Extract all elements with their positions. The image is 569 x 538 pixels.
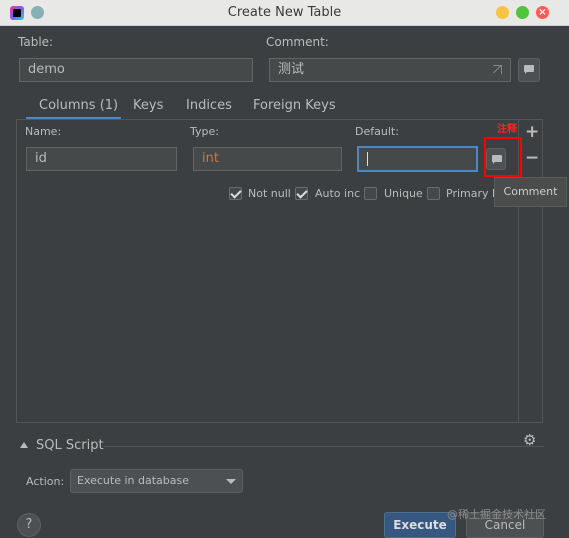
minus-icon[interactable]: − <box>525 148 539 168</box>
column-type-label: Type: <box>190 125 219 138</box>
collapse-triangle-icon[interactable] <box>20 442 28 448</box>
column-default-input[interactable] <box>357 146 478 172</box>
execute-button[interactable]: Execute <box>384 512 456 538</box>
dropdown-caret-icon <box>226 479 236 484</box>
unique-label: Unique <box>384 187 423 200</box>
help-icon[interactable]: ? <box>17 513 41 537</box>
tab-foreign-keys[interactable]: Foreign Keys <box>253 98 336 113</box>
not-null-label: Not null <box>248 187 291 200</box>
close-icon[interactable]: × <box>536 6 549 19</box>
tab-indices[interactable]: Indices <box>186 98 232 113</box>
expand-icon[interactable] <box>493 65 502 74</box>
comment-bubble-icon <box>524 65 534 74</box>
primary-key-checkbox[interactable] <box>427 187 440 200</box>
gear-icon[interactable]: ⚙ <box>523 432 539 448</box>
column-name-label: Name: <box>25 125 62 138</box>
sql-script-toggle[interactable]: SQL Script <box>36 438 104 453</box>
text-cursor <box>367 151 368 166</box>
column-name-input[interactable]: id <box>26 147 177 171</box>
tab-columns[interactable]: Columns (1) <box>39 98 118 113</box>
primary-key-label: Primary k <box>446 187 499 200</box>
table-label: Table: <box>18 35 54 49</box>
watermark: @稀土掘金技术社区 <box>447 508 546 521</box>
window-title: Create New Table <box>227 5 342 20</box>
action-select-value: Execute in database <box>77 474 190 487</box>
maximize-icon[interactable] <box>516 6 529 19</box>
unique-checkbox[interactable] <box>364 187 377 200</box>
table-name-input[interactable]: demo <box>19 58 253 82</box>
comment-tooltip: Comment <box>494 177 567 207</box>
comment-label: Comment: <box>266 35 329 49</box>
table-comment-input[interactable]: 测试 <box>269 58 511 82</box>
action-label: Action: <box>26 475 65 488</box>
auto-inc-label: Auto inc <box>315 187 361 200</box>
auto-inc-checkbox[interactable] <box>295 187 308 200</box>
annotation-text: 注释 <box>497 124 517 135</box>
column-type-input[interactable]: int <box>193 147 342 171</box>
comment-editor-button[interactable] <box>518 58 540 82</box>
minimize-icon[interactable] <box>496 6 509 19</box>
action-select[interactable]: Execute in database <box>70 469 243 493</box>
section-divider <box>104 446 544 447</box>
column-default-label: Default: <box>355 125 399 138</box>
annotation-highlight-box <box>484 137 522 177</box>
tab-keys[interactable]: Keys <box>133 98 163 113</box>
not-null-checkbox[interactable] <box>229 187 242 200</box>
table-comment-value: 测试 <box>278 62 305 77</box>
plus-icon[interactable]: + <box>525 122 539 142</box>
